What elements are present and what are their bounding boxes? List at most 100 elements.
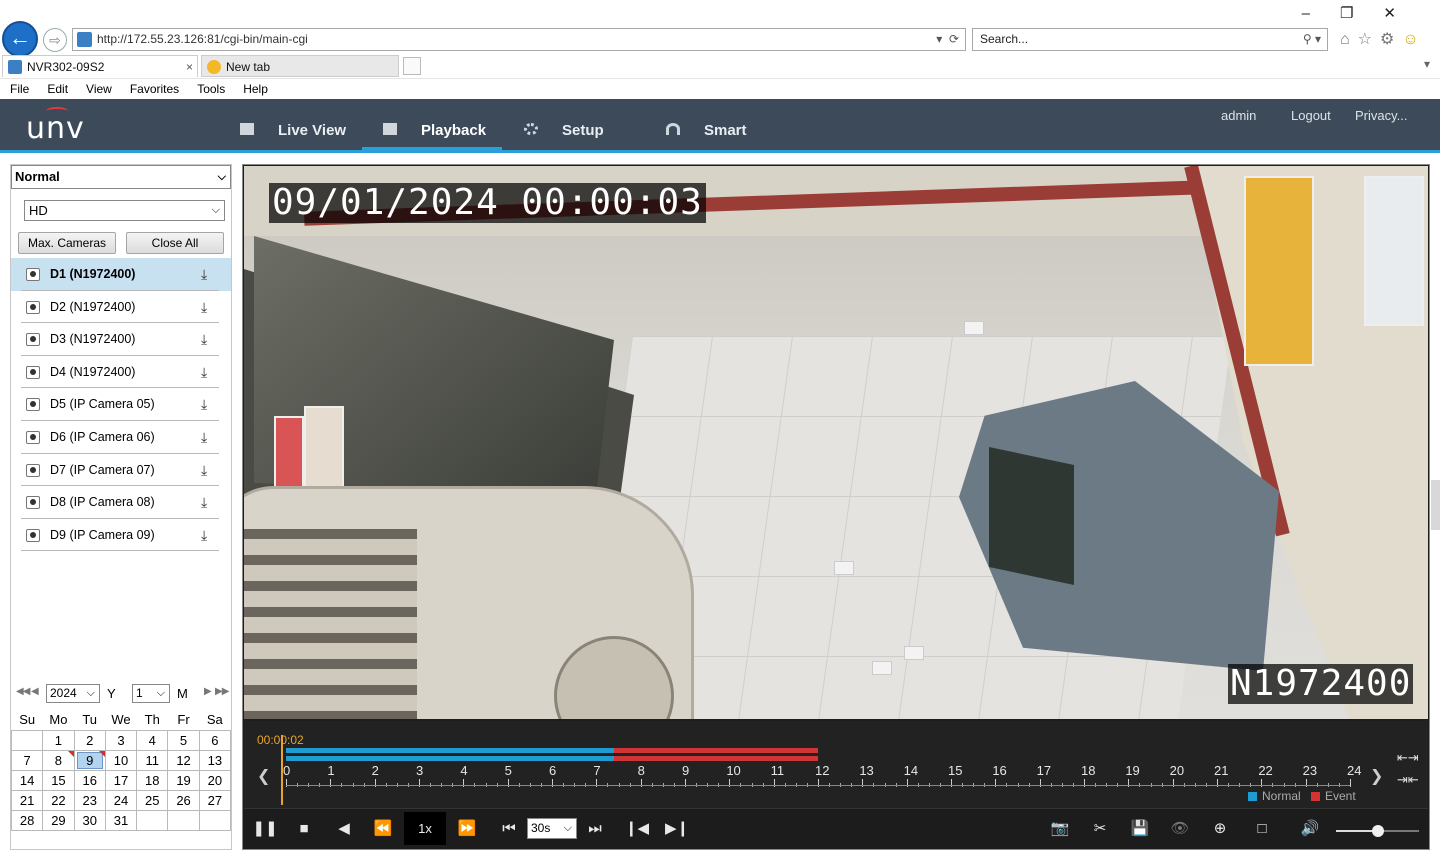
prev-month-icon[interactable]: ◀ [31, 686, 39, 697]
tab-close-icon[interactable]: × [186, 56, 193, 78]
pause-icon[interactable]: ❚❚ [252, 816, 278, 842]
calendar-day[interactable]: 28 [10, 809, 44, 831]
calendar-day[interactable]: 2 [73, 729, 106, 751]
calendar-day[interactable]: 29 [42, 809, 75, 831]
calendar-day[interactable]: 13 [198, 749, 232, 771]
menu-favorites[interactable]: Favorites [121, 79, 188, 99]
favorites-star-icon[interactable]: ☆ [1358, 31, 1380, 48]
stop-icon[interactable]: ■ [291, 816, 317, 842]
minimize-icon[interactable]: – [1302, 5, 1340, 22]
prev-year-icon[interactable]: ◀◀ [16, 686, 30, 697]
month-select[interactable]: 1 ⌵ [132, 684, 170, 703]
skip-interval-select[interactable]: 30s ⌵ [527, 818, 577, 839]
close-icon[interactable]: ✕ [1383, 5, 1426, 22]
close-all-button[interactable]: Close All [126, 232, 224, 254]
timeline-next-icon[interactable]: ❯ [1370, 766, 1383, 786]
year-select[interactable]: 2024 ⌵ [46, 684, 100, 703]
next-year-icon[interactable]: ▶▶ [215, 686, 229, 697]
tab-nvr[interactable]: NVR302-09S2 × [2, 55, 198, 77]
calendar-day[interactable]: 27 [198, 789, 232, 811]
max-cameras-button[interactable]: Max. Cameras [18, 232, 116, 254]
calendar-day[interactable]: 15 [42, 769, 75, 791]
download-icon[interactable]: ⤓ [201, 364, 207, 381]
calendar-day[interactable]: 16 [73, 769, 106, 791]
camera-item[interactable]: D5 (IP Camera 05) ⤓ [11, 388, 231, 421]
volume-knob[interactable] [1371, 825, 1384, 837]
zoom-in-icon[interactable]: ⇥⇤ [1397, 769, 1419, 791]
reverse-play-icon[interactable]: ◀ [331, 816, 357, 842]
home-icon[interactable]: ⌂ [1340, 31, 1358, 48]
calendar-day[interactable]: 12 [167, 749, 200, 771]
search-icon[interactable]: ⚲ ▾ [1303, 29, 1321, 50]
camera-item[interactable]: D2 (N1972400) ⤓ [11, 291, 231, 324]
calendar-day[interactable]: 1 [42, 729, 75, 751]
calendar-day[interactable]: 14 [10, 769, 44, 791]
visibility-icon[interactable]: 👁 [1167, 816, 1193, 842]
calendar-day-selected[interactable]: 9 [73, 749, 106, 771]
camera-item[interactable]: D8 (IP Camera 08) ⤓ [11, 486, 231, 519]
camera-item[interactable]: D6 (IP Camera 06) ⤓ [11, 421, 231, 454]
smiley-icon[interactable]: ☺ [1402, 31, 1426, 48]
slow-down-icon[interactable]: ⏪ [370, 816, 396, 842]
download-icon[interactable]: ⤓ [201, 429, 207, 446]
privacy-link[interactable]: Privacy... [1355, 108, 1408, 123]
calendar-day[interactable]: 18 [136, 769, 169, 791]
calendar-day[interactable]: 31 [104, 809, 138, 831]
speed-up-icon[interactable]: ⏩ [454, 816, 480, 842]
calendar-day[interactable]: 10 [104, 749, 138, 771]
camera-item[interactable]: D4 (N1972400) ⤓ [11, 356, 231, 389]
timeline-cursor[interactable] [281, 735, 283, 805]
menu-view[interactable]: View [77, 79, 121, 99]
clip-icon[interactable]: ✂ [1087, 816, 1113, 842]
forward-button[interactable]: ⇨ [43, 28, 67, 52]
refresh-icon[interactable]: ▾ ⟳ [936, 29, 959, 50]
download-icon[interactable]: ⤓ [201, 462, 207, 479]
restore-icon[interactable]: ❐ [1340, 5, 1383, 22]
settings-gear-icon[interactable]: ⚙ [1380, 31, 1402, 48]
calendar-day[interactable]: 4 [136, 729, 169, 751]
calendar-day[interactable]: 17 [104, 769, 138, 791]
menu-edit[interactable]: Edit [38, 79, 77, 99]
timeline-prev-icon[interactable]: ❮ [257, 766, 270, 786]
download-icon[interactable]: ⤓ [201, 299, 207, 316]
save-icon[interactable]: 💾 [1127, 816, 1153, 842]
calendar-day[interactable]: 11 [136, 749, 169, 771]
camera-item[interactable]: D1 (N1972400) ⤓ [11, 258, 231, 291]
volume-icon[interactable]: 🔊 [1297, 816, 1323, 842]
skip-back-icon[interactable]: ⏮ [496, 816, 522, 842]
calendar-day[interactable]: 7 [10, 749, 44, 771]
back-button[interactable]: ← [2, 21, 38, 57]
calendar-day[interactable]: 22 [42, 789, 75, 811]
stream-select[interactable]: HD ⌵ [24, 200, 225, 221]
calendar-day[interactable]: 24 [104, 789, 138, 811]
calendar-day[interactable]: 3 [104, 729, 138, 751]
nav-setup[interactable]: Setup [524, 99, 604, 150]
calendar-day[interactable]: 30 [73, 809, 106, 831]
camera-item[interactable]: D3 (N1972400) ⤓ [11, 323, 231, 356]
logout-link[interactable]: Logout [1291, 108, 1331, 123]
camera-item[interactable]: D9 (IP Camera 09) ⤓ [11, 519, 231, 552]
calendar-day[interactable]: 20 [198, 769, 232, 791]
snapshot-icon[interactable]: 📷 [1047, 816, 1073, 842]
calendar-day[interactable]: 21 [10, 789, 44, 811]
timeline[interactable]: 00:00:02 ❮ 01234567891011121314151617181… [244, 721, 1428, 808]
download-icon[interactable]: ⤓ [201, 331, 207, 348]
calendar-day[interactable]: 26 [167, 789, 200, 811]
menu-tools[interactable]: Tools [188, 79, 234, 99]
video-frame[interactable]: 09/01/2024 00:00:03 N1972400 [244, 166, 1428, 719]
nav-smart[interactable]: Smart [666, 99, 747, 150]
frame-forward-icon[interactable]: ▶❙ [664, 816, 690, 842]
calendar-day[interactable]: 25 [136, 789, 169, 811]
next-month-icon[interactable]: ▶ [204, 686, 212, 697]
volume-slider[interactable] [1336, 825, 1419, 837]
calendar-day[interactable]: 8 [42, 749, 75, 771]
mode-select[interactable]: Normal ⌵ [11, 165, 231, 189]
nav-playback[interactable]: Playback [362, 99, 502, 150]
frame-back-icon[interactable]: ❙◀ [624, 816, 650, 842]
new-tab-button[interactable] [403, 57, 421, 75]
user-name[interactable]: admin [1221, 108, 1256, 123]
tab-scroll-icon[interactable]: ▾ [1424, 57, 1430, 71]
download-icon[interactable]: ⤓ [201, 266, 207, 283]
address-bar[interactable]: http://172.55.23.126:81/cgi-bin/main-cgi… [72, 28, 966, 51]
skip-forward-icon[interactable]: ⏭ [582, 816, 608, 842]
